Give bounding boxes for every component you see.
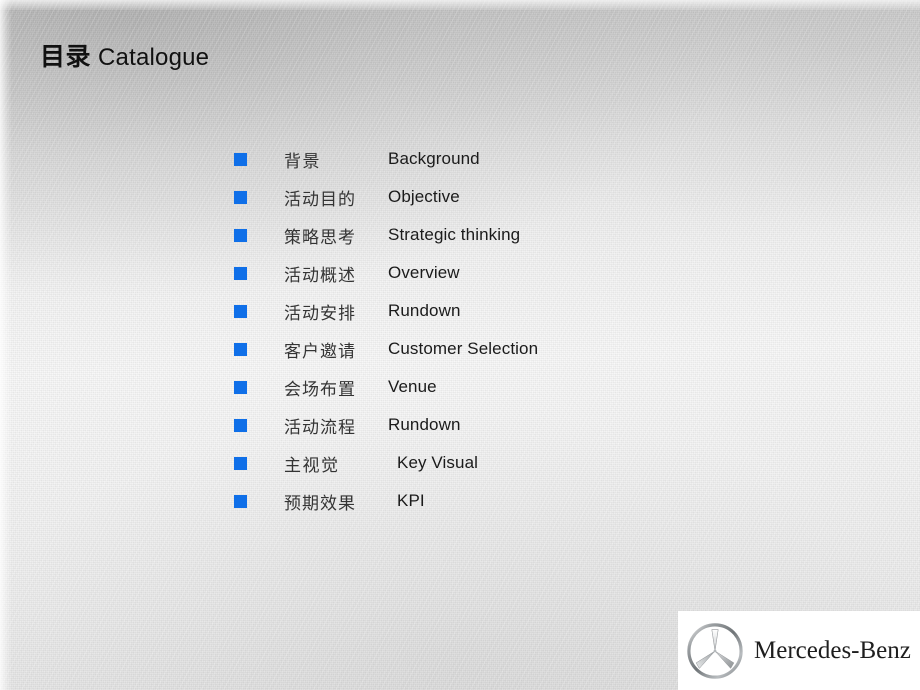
list-item-label-chinese: 活动流程 bbox=[284, 417, 356, 438]
list-item-label-english: Overview bbox=[388, 263, 460, 282]
list-item-label-chinese: 活动概述 bbox=[284, 265, 356, 286]
list-item[interactable]: 活动流程 Rundown bbox=[234, 406, 834, 444]
list-item-label-english: Rundown bbox=[388, 301, 461, 320]
list-item-label-chinese: 活动安排 bbox=[284, 303, 356, 324]
list-item-label-english: Venue bbox=[388, 377, 437, 396]
mercedes-benz-logo: Mercedes-Benz bbox=[678, 611, 920, 690]
list-item-label-chinese: 活动目的 bbox=[284, 189, 356, 210]
list-item-label-chinese: 会场布置 bbox=[284, 379, 356, 400]
slide-canvas: 目录 Catalogue 背景 Background 活动目的 Objective… bbox=[0, 0, 920, 690]
list-item[interactable]: 会场布置 Venue bbox=[234, 368, 834, 406]
list-item-label-chinese: 主视觉 bbox=[284, 455, 340, 476]
list-item-label-english: Key Visual bbox=[397, 453, 479, 472]
list-item[interactable]: 背景 Background bbox=[234, 140, 834, 178]
square-bullet-icon bbox=[234, 152, 247, 166]
list-item[interactable]: 活动安排 Rundown bbox=[234, 292, 834, 330]
square-bullet-icon bbox=[234, 190, 247, 204]
list-item[interactable]: 主视觉 Key Visual bbox=[234, 444, 834, 482]
page-title: 目录 Catalogue bbox=[40, 44, 209, 70]
square-bullet-icon bbox=[234, 494, 247, 508]
page-title-english: Catalogue bbox=[98, 44, 210, 71]
square-bullet-icon bbox=[234, 380, 247, 394]
list-item-label-english: Strategic thinking bbox=[388, 225, 521, 244]
list-item[interactable]: 活动目的 Objective bbox=[234, 178, 834, 216]
list-item-label-chinese: 策略思考 bbox=[284, 227, 356, 248]
square-bullet-icon bbox=[234, 266, 247, 280]
mercedes-star-icon bbox=[687, 622, 743, 679]
square-bullet-icon bbox=[234, 342, 247, 356]
list-item-label-english: Customer Selection bbox=[388, 339, 539, 358]
list-item-label-english: KPI bbox=[397, 491, 425, 510]
square-bullet-icon bbox=[234, 456, 247, 470]
list-item-label-chinese: 客户邀请 bbox=[284, 341, 356, 362]
mercedes-benz-wordmark: Mercedes-Benz bbox=[754, 636, 911, 664]
list-item[interactable]: 客户邀请 Customer Selection bbox=[234, 330, 834, 368]
square-bullet-icon bbox=[234, 418, 247, 432]
list-item-label-chinese: 背景 bbox=[284, 151, 321, 172]
list-item[interactable]: 策略思考 Strategic thinking bbox=[234, 216, 834, 254]
list-item-label-english: Objective bbox=[388, 187, 460, 206]
list-item-label-english: Rundown bbox=[388, 415, 461, 434]
list-item[interactable]: 活动概述 Overview bbox=[234, 254, 834, 292]
list-item-label-chinese: 预期效果 bbox=[284, 493, 356, 514]
slide-left-edge-highlight bbox=[0, 0, 12, 690]
slide-top-edge-highlight bbox=[0, 0, 920, 10]
square-bullet-icon bbox=[234, 228, 247, 242]
page-title-chinese: 目录 bbox=[40, 42, 92, 71]
list-item[interactable]: 预期效果 KPI bbox=[234, 482, 834, 520]
list-item-label-english: Background bbox=[388, 149, 480, 168]
square-bullet-icon bbox=[234, 304, 247, 318]
catalogue-list: 背景 Background 活动目的 Objective 策略思考 Strate… bbox=[234, 140, 834, 520]
